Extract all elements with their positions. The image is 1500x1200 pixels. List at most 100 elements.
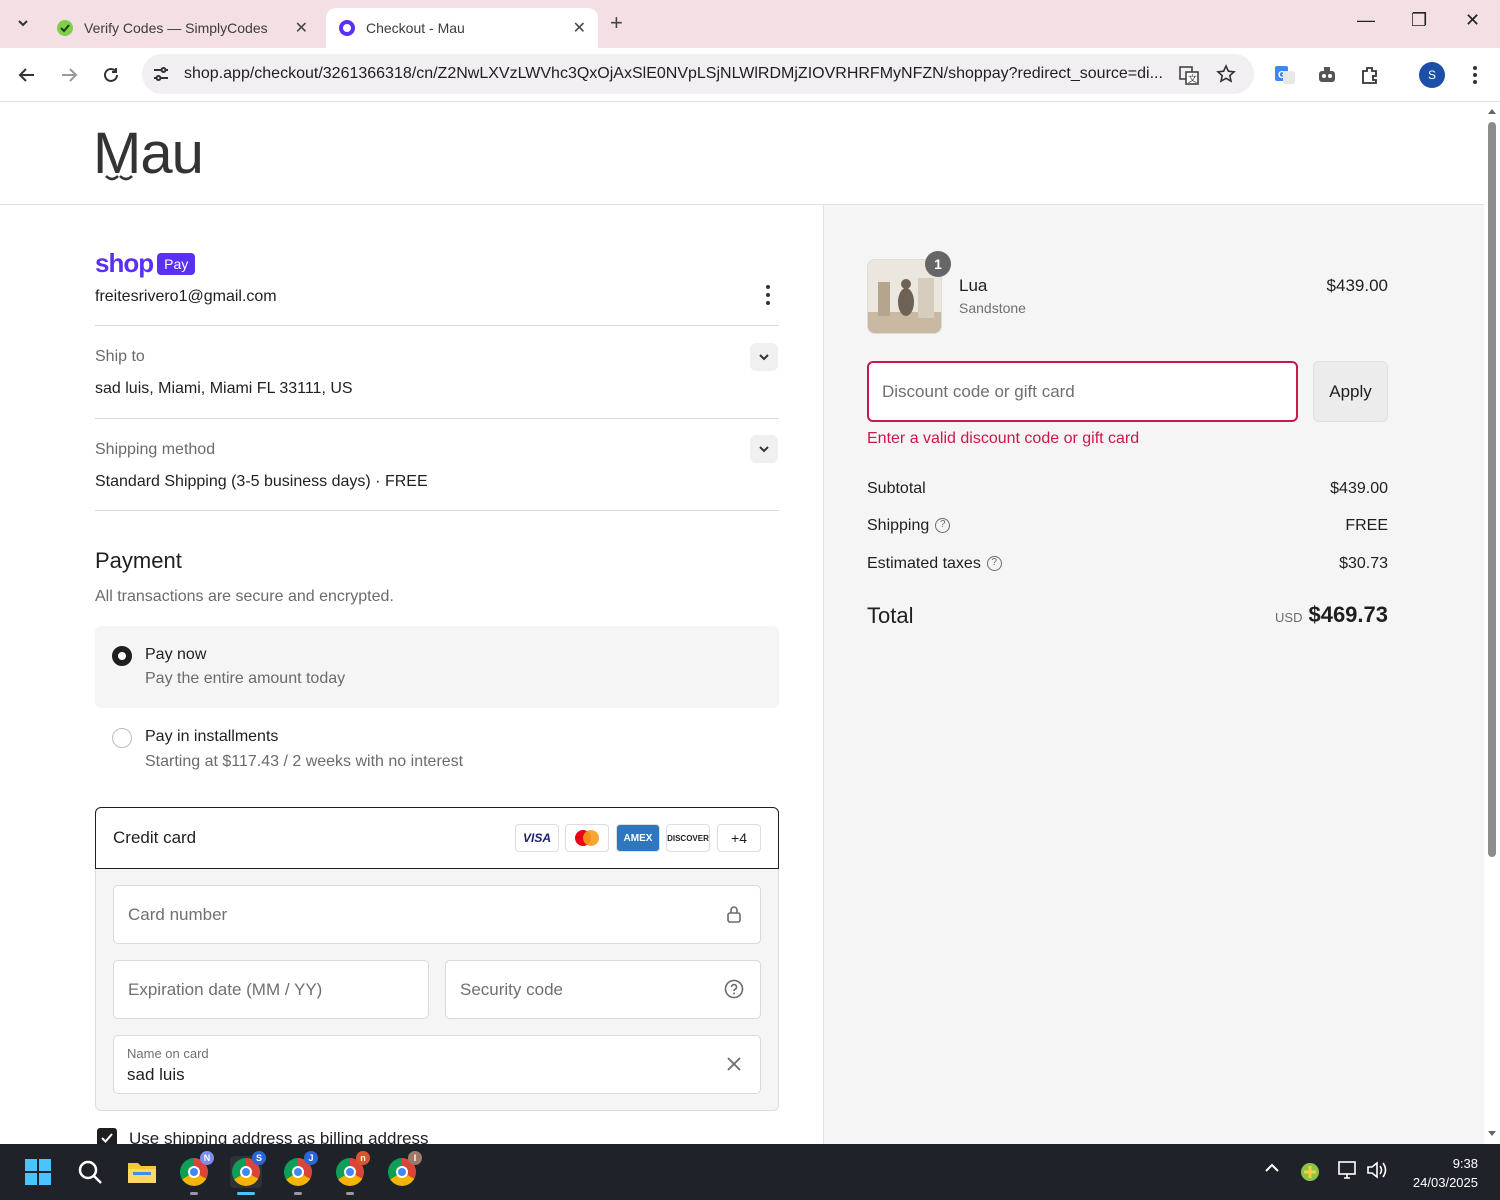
search-icon [78, 1160, 102, 1184]
extension-icon[interactable] [1314, 62, 1340, 88]
name-on-card-field[interactable]: Name on card sad luis [113, 1035, 761, 1094]
chrome-window-1[interactable]: N [178, 1151, 214, 1195]
lock-icon [724, 904, 744, 924]
profile-badge: N [200, 1151, 214, 1165]
apply-discount-button[interactable]: Apply [1313, 361, 1388, 422]
scrollbar-thumb[interactable] [1488, 122, 1496, 857]
credit-card-header[interactable]: Credit card VISA AMEX DISCOVER +4 [95, 807, 779, 869]
tab-checkout[interactable]: Checkout - Mau ✕ [326, 8, 598, 48]
pay-installments-subtitle: Starting at $117.43 / 2 weeks with no in… [145, 753, 464, 770]
close-tab-icon[interactable]: ✕ [295, 18, 308, 38]
account-email: freitesrivero1@gmail.com [95, 288, 277, 305]
pay-now-option[interactable]: Pay now Pay the entire amount today [95, 626, 779, 708]
clear-icon[interactable] [724, 1054, 744, 1074]
reload-button[interactable] [96, 60, 126, 90]
arrow-left-icon [18, 68, 34, 82]
forward-button[interactable] [54, 60, 84, 90]
file-explorer-button[interactable] [126, 1156, 158, 1188]
tray-app-icon[interactable] [1300, 1162, 1320, 1187]
tab-search-button[interactable] [8, 8, 38, 38]
more-vertical-icon [1473, 66, 1477, 84]
payment-heading: Payment [95, 548, 182, 573]
reload-icon [104, 67, 118, 82]
product-name: Lua [959, 276, 988, 295]
windows-logo-icon [25, 1159, 51, 1185]
chrome-window-4[interactable]: n [334, 1151, 370, 1195]
help-icon[interactable]: ? [986, 556, 1002, 572]
network-icon[interactable] [1336, 1160, 1358, 1185]
pay-installments-radio[interactable] [112, 728, 132, 748]
quantity-badge: 1 [925, 251, 951, 277]
card-number-field[interactable]: Card number [113, 885, 761, 944]
volume-icon[interactable] [1366, 1160, 1388, 1185]
close-tab-icon[interactable]: ✕ [573, 18, 586, 38]
pay-installments-option[interactable]: Pay in installments Starting at $117.43 … [95, 708, 779, 790]
amex-icon: AMEX [616, 824, 660, 852]
extensions-puzzle-icon[interactable] [1357, 62, 1383, 88]
shop-pay-wordmark: shop [95, 248, 154, 278]
profile-badge: I [408, 1151, 422, 1165]
taxes-label: Estimated taxes [867, 555, 981, 572]
avatar: S [1419, 62, 1445, 88]
translate-icon[interactable]: 文 [1178, 64, 1200, 86]
card-number-placeholder: Card number [128, 905, 228, 924]
security-code-placeholder: Security code [460, 980, 563, 999]
bookmark-star-icon[interactable] [1216, 64, 1236, 84]
account-menu-button[interactable] [758, 283, 778, 307]
help-icon[interactable] [724, 979, 744, 999]
discover-icon: DISCOVER [666, 824, 710, 852]
currency-code: USD [1275, 610, 1303, 625]
windows-taskbar: N S J n I 9:38 24/03/2025 [0, 1144, 1500, 1200]
checkmark-icon [101, 1133, 113, 1143]
expiration-date-field[interactable]: Expiration date (MM / YY) [113, 960, 429, 1019]
shipping-summary-value: FREE [1345, 517, 1388, 534]
pay-now-subtitle: Pay the entire amount today [145, 670, 346, 687]
new-tab-button[interactable]: + [610, 10, 623, 36]
chrome-menu-button[interactable] [1462, 62, 1488, 88]
discount-input[interactable] [882, 377, 1282, 407]
clock-time: 9:38 [1452, 1156, 1478, 1171]
chrome-window-5[interactable]: I [386, 1151, 422, 1188]
shop-pay-badge: Pay [157, 252, 196, 275]
credit-card-label: Credit card [113, 828, 197, 847]
pay-now-radio[interactable] [112, 646, 132, 666]
page-scrollbar[interactable] [1484, 102, 1500, 1144]
system-clock[interactable]: 9:38 24/03/2025 [1398, 1154, 1478, 1192]
google-translate-extension-icon[interactable]: G [1272, 62, 1298, 88]
shipping-summary-row: Shipping? [867, 517, 951, 535]
total-label: Total [867, 603, 914, 628]
ship-to-expand-button[interactable] [750, 343, 778, 371]
logo-swash-icon [105, 175, 133, 181]
security-code-field[interactable]: Security code [445, 960, 761, 1019]
back-button[interactable] [12, 60, 42, 90]
start-button[interactable] [22, 1156, 54, 1188]
clock-date: 24/03/2025 [1412, 1175, 1478, 1190]
ship-to-label: Ship to [95, 348, 145, 365]
expiration-placeholder: Expiration date (MM / YY) [128, 980, 323, 999]
shipping-method-expand-button[interactable] [750, 435, 778, 463]
discount-field[interactable] [867, 361, 1298, 422]
help-icon[interactable]: ? [935, 518, 951, 534]
total-row: USD $469.73 [1200, 602, 1388, 628]
tab-simplycodes[interactable]: Verify Codes — SimplyCodes ✕ [44, 8, 320, 48]
taxes-row: Estimated taxes? [867, 555, 1002, 573]
credit-card-section: Credit card VISA AMEX DISCOVER +4 Card n… [95, 807, 779, 1111]
billing-same-label: Use shipping address as billing address [129, 1129, 429, 1144]
chrome-window-2[interactable]: S [230, 1151, 266, 1195]
shipping-method-label: Shipping method [95, 441, 216, 458]
search-button[interactable] [74, 1156, 106, 1188]
scroll-down-icon[interactable] [1487, 1130, 1497, 1138]
restore-button[interactable]: ❐ [1411, 10, 1427, 31]
billing-same-checkbox[interactable] [97, 1128, 117, 1144]
profile-badge: S [252, 1151, 266, 1165]
show-hidden-icons-button[interactable] [1265, 1160, 1279, 1178]
profile-avatar[interactable]: S [1419, 62, 1445, 88]
minimize-button[interactable]: — [1357, 10, 1375, 31]
close-window-button[interactable]: ✕ [1465, 10, 1480, 31]
chevron-down-icon [759, 354, 769, 361]
chrome-window-3[interactable]: J [282, 1151, 318, 1195]
scroll-up-icon[interactable] [1487, 107, 1497, 115]
site-settings-icon[interactable] [152, 65, 170, 83]
order-summary-panel [823, 205, 1484, 1144]
address-bar[interactable]: shop.app/checkout/3261366318/cn/Z2NwLXVz… [142, 54, 1254, 94]
